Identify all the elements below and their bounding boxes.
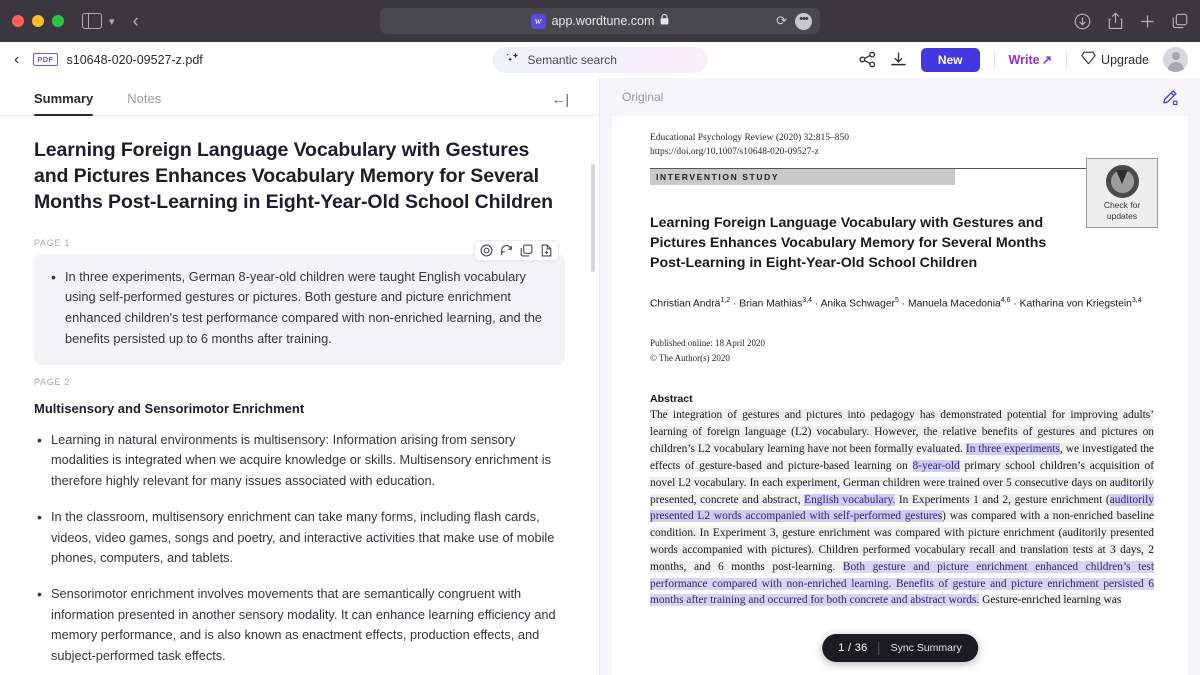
- main-content: Summary Notes ←| Learning Foreign Langua…: [0, 78, 1200, 675]
- summary-scrollbar[interactable]: [591, 164, 595, 272]
- pdf-copyright: © The Author(s) 2020: [650, 352, 730, 363]
- journal-doi: https://doi.org/10.1007/s10648-020-09527…: [650, 146, 819, 157]
- downloads-icon[interactable]: [1074, 13, 1091, 30]
- url-bar[interactable]: w app.wordtune.com ⟳ •••: [380, 8, 820, 34]
- summary-bullet-list-page-1: In three experiments, German 8-year-old …: [48, 266, 549, 350]
- page-current: 1: [838, 642, 845, 654]
- abstract-heading: Abstract: [650, 393, 693, 406]
- upgrade-label: Upgrade: [1101, 52, 1149, 67]
- pdf-published-date: Published online: 18 April 2020: [650, 338, 766, 349]
- page-2-label: PAGE 2: [34, 376, 71, 387]
- original-label: Original: [622, 90, 664, 104]
- download-document-icon[interactable]: [890, 51, 907, 68]
- summary-card-toolbar[interactable]: [474, 239, 559, 261]
- crossmark-logo-icon: [1105, 165, 1139, 199]
- url-bar-actions[interactable]: ⟳ •••: [776, 12, 812, 30]
- summary-document-title: Learning Foreign Language Vocabulary wit…: [34, 139, 553, 213]
- browser-toolbar-actions: [1074, 12, 1188, 30]
- back-button[interactable]: ‹: [14, 51, 19, 68]
- sparkle-icon: [506, 52, 520, 68]
- original-panel-header: Original: [600, 78, 1200, 116]
- abstract-segment: Gesture-enriched learning was: [979, 594, 1122, 607]
- abstract-segment: In Experiments 1 and 2, gesture enrichme…: [895, 493, 1110, 506]
- collapse-panel-icon[interactable]: ←|: [551, 91, 569, 107]
- wordtune-favicon-icon: w: [530, 13, 546, 29]
- summary-section-heading: Multisensory and Sensorimotor Enrichment: [34, 400, 305, 416]
- lock-icon: [660, 13, 669, 28]
- add-to-document-icon[interactable]: [540, 244, 553, 257]
- maximize-window-button[interactable]: [52, 15, 64, 27]
- regenerate-icon[interactable]: [500, 244, 513, 257]
- chevron-down-icon[interactable]: ▾: [109, 15, 115, 28]
- new-button[interactable]: New: [920, 47, 980, 72]
- diamond-icon: [1081, 51, 1096, 68]
- semantic-search-label: Semantic search: [527, 52, 617, 67]
- crossmark-line-1: Check for: [1103, 200, 1141, 211]
- reload-icon[interactable]: ⟳: [776, 13, 787, 29]
- app-header-actions: New Write ↗ Upgrade: [859, 47, 1188, 72]
- focus-target-icon[interactable]: [480, 244, 493, 257]
- abstract-highlight: English vocabulary.: [804, 493, 896, 506]
- pdf-floating-toolbar[interactable]: 1 / 36 Sync Summary: [822, 634, 978, 662]
- journal-reference: Educational Psychology Review (2020) 32:…: [650, 133, 849, 143]
- url-text: app.wordtune.com: [551, 14, 655, 28]
- write-button[interactable]: Write ↗: [1008, 52, 1053, 68]
- list-item: Sensorimotor enrichment involves movemen…: [34, 583, 565, 667]
- pdf-page-indicator: 1 / 36: [838, 642, 867, 654]
- sidebar-toggle-icon[interactable]: [82, 13, 102, 29]
- semantic-search-button[interactable]: Semantic search: [492, 46, 708, 73]
- browser-back-icon[interactable]: ‹: [133, 12, 139, 31]
- original-document-panel: Original Educational Psychology Review (…: [600, 78, 1200, 675]
- abstract-text[interactable]: The integration of gestures and pictures…: [650, 407, 1154, 609]
- tab-overview-icon[interactable]: [1172, 13, 1188, 29]
- browser-chrome: ▾ ‹ w app.wordtune.com ⟳ •••: [0, 0, 1200, 42]
- avatar[interactable]: [1163, 47, 1188, 72]
- toolbar-divider: [878, 641, 880, 655]
- header-divider-2: [1066, 50, 1068, 69]
- crossmark-text: Check for updates: [1104, 200, 1140, 220]
- upgrade-button[interactable]: Upgrade: [1081, 51, 1149, 68]
- abstract-highlight: In three experiments: [965, 443, 1060, 456]
- copy-icon[interactable]: [520, 244, 533, 257]
- summary-scroll-area: Learning Foreign Language Vocabulary wit…: [0, 116, 599, 675]
- close-window-button[interactable]: [12, 15, 24, 27]
- share-document-icon[interactable]: [859, 51, 876, 68]
- article-type-band: INTERVENTION STUDY: [650, 169, 955, 186]
- minimize-window-button[interactable]: [32, 15, 44, 27]
- window-traffic-lights[interactable]: [12, 15, 64, 27]
- summary-bullet-list-page-2: Learning in natural environments is mult…: [34, 429, 565, 675]
- extensions-menu-icon[interactable]: •••: [795, 12, 812, 30]
- pdf-paper-title: Learning Foreign Language Vocabulary wit…: [650, 215, 1047, 272]
- crossmark-line-2: updates: [1106, 210, 1138, 221]
- highlight-pen-icon[interactable]: [1161, 89, 1178, 106]
- tab-notes[interactable]: Notes: [127, 91, 161, 115]
- tab-summary[interactable]: Summary: [34, 91, 94, 116]
- list-item: In the classroom, multisensory enrichmen…: [34, 506, 565, 569]
- app-header: ‹ PDF s10648-020-09527-z.pdf Semantic se…: [0, 42, 1200, 78]
- panel-tabs: Summary Notes ←|: [0, 78, 599, 116]
- crossmark-check-for-updates-badge[interactable]: Check for updates: [1086, 158, 1158, 228]
- pdf-page-canvas[interactable]: Educational Psychology Review (2020) 32:…: [612, 116, 1188, 675]
- pdf-authors: Christian Andrä1,2 · Brian Mathias3,4 · …: [650, 296, 1142, 310]
- pdf-type-badge: PDF: [33, 53, 58, 66]
- abstract-highlight: 8-year-old: [912, 459, 960, 472]
- sync-summary-button[interactable]: Sync Summary: [891, 642, 962, 654]
- page-separator: /: [848, 642, 852, 654]
- file-name-label: s10648-020-09527-z.pdf: [66, 52, 203, 67]
- share-icon[interactable]: [1108, 12, 1123, 30]
- summary-card-page-1[interactable]: In three experiments, German 8-year-old …: [34, 239, 565, 365]
- write-label: Write: [1008, 52, 1040, 67]
- page-total: 36: [854, 642, 868, 654]
- list-item: In three experiments, German 8-year-old …: [48, 266, 549, 350]
- new-tab-icon[interactable]: [1140, 14, 1155, 29]
- header-divider-1: [993, 50, 995, 69]
- summary-panel: Summary Notes ←| Learning Foreign Langua…: [0, 78, 600, 675]
- arrow-up-right-icon: ↗: [1041, 53, 1053, 67]
- list-item: Learning in natural environments is mult…: [34, 429, 565, 492]
